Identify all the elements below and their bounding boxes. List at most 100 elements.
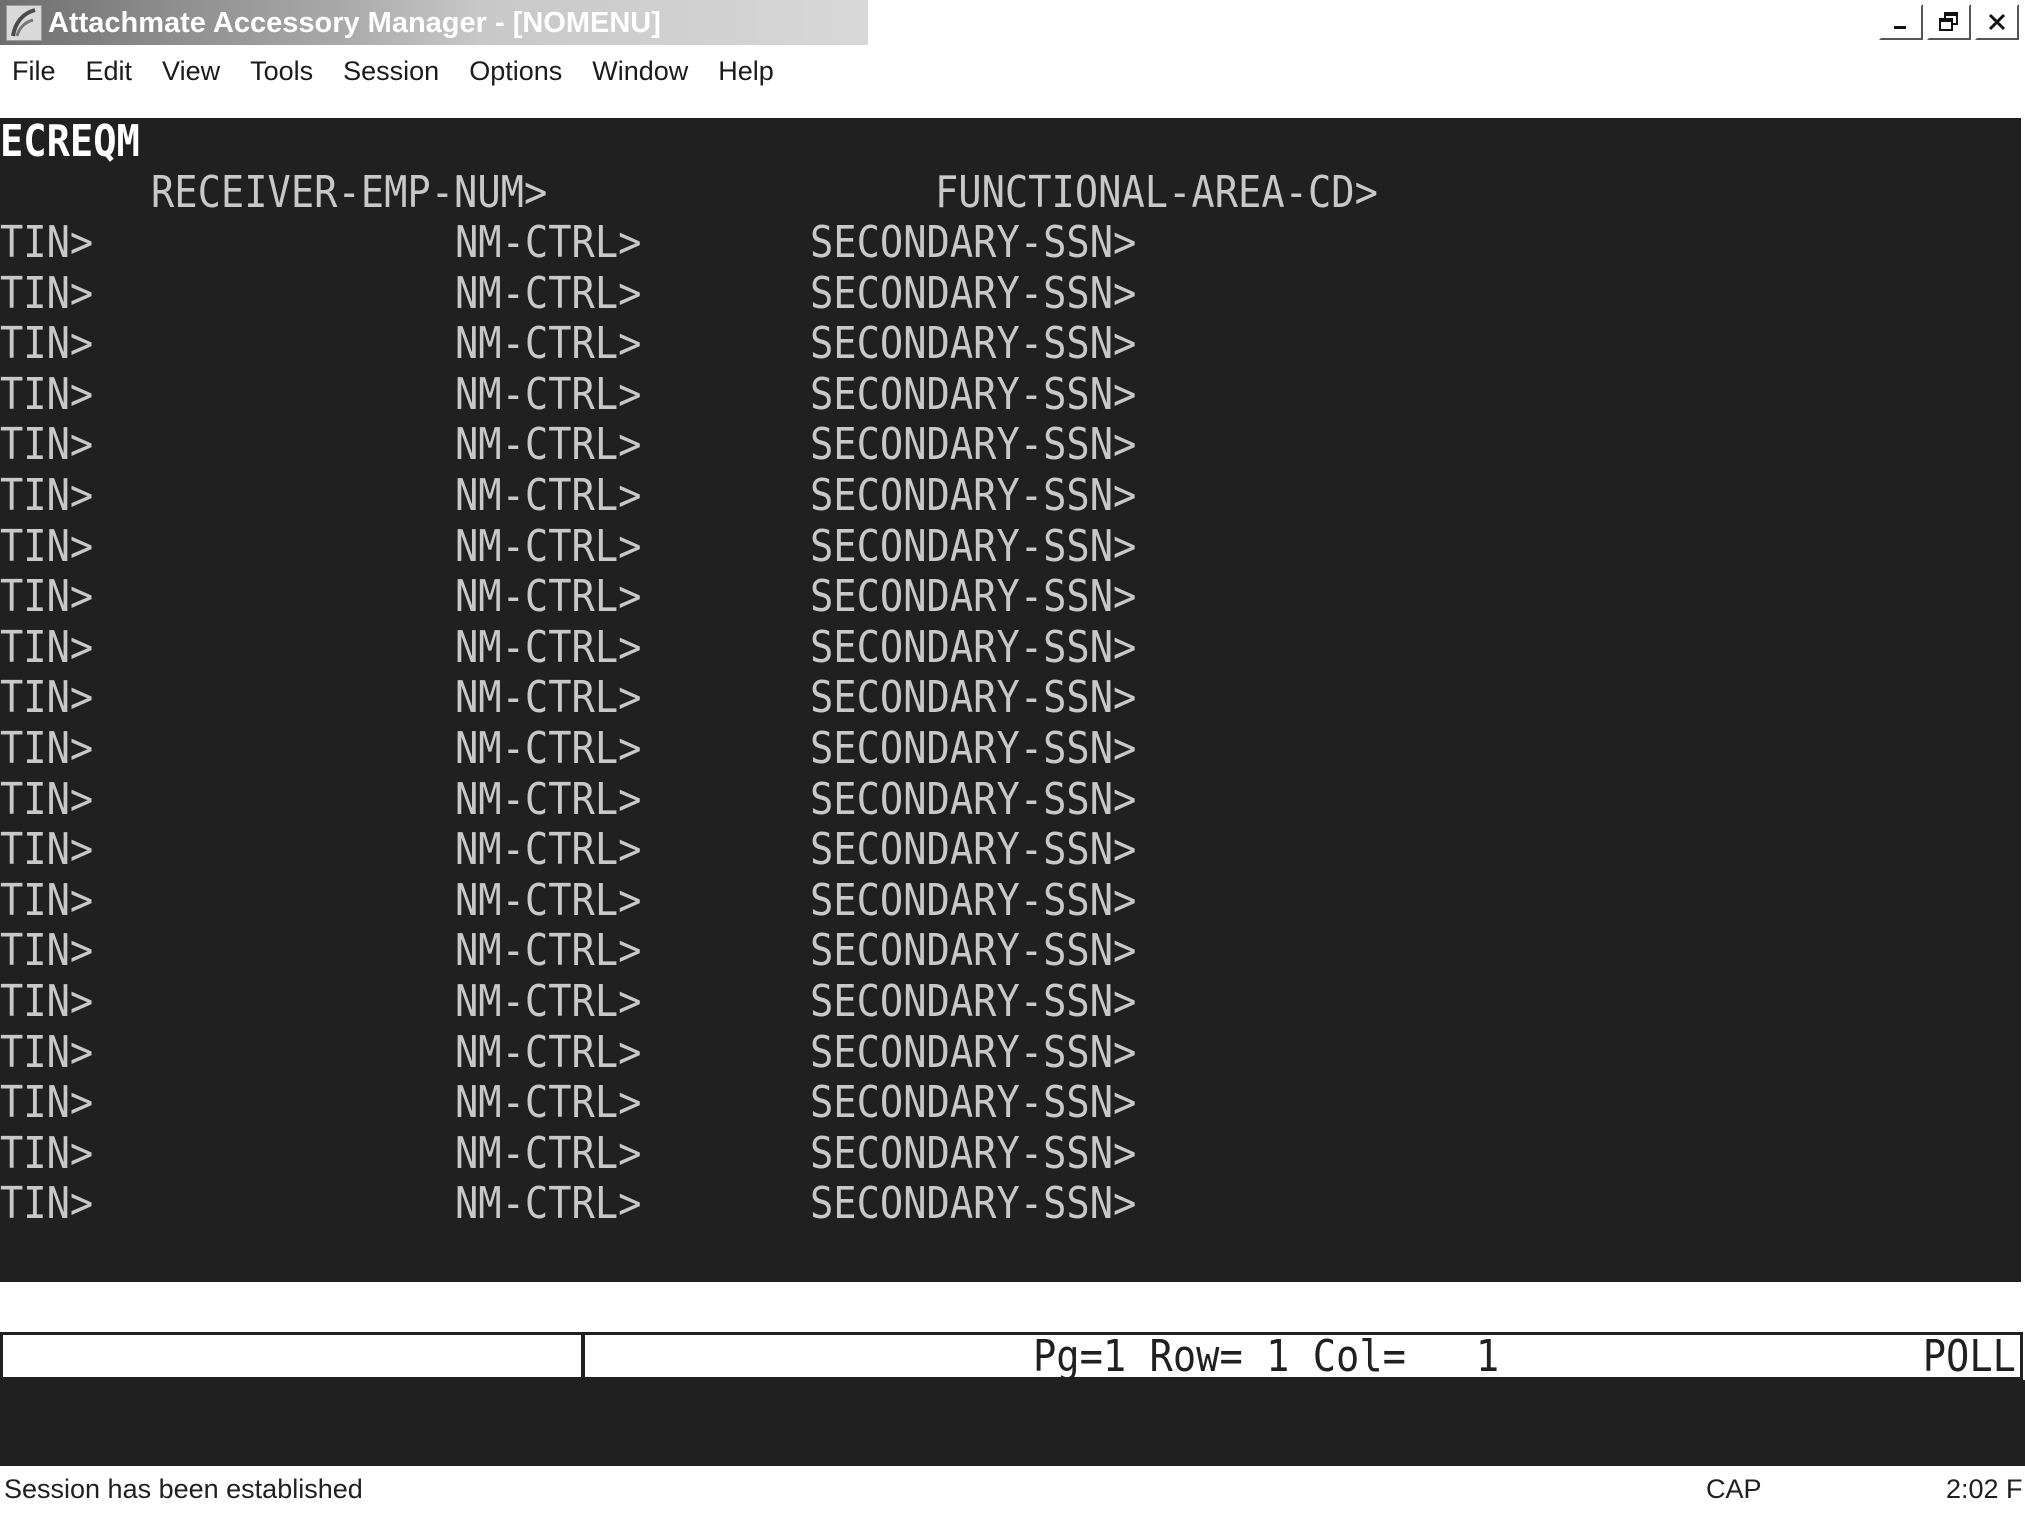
tin-field-label: TIN> — [0, 1027, 94, 1078]
secondary-ssn-field-label: SECONDARY-SSN> — [810, 925, 1137, 976]
field-row: TIN> NM-CTRL> SECONDARY-SSN> — [0, 523, 2025, 571]
secondary-ssn-field-label: SECONDARY-SSN> — [810, 268, 1137, 319]
nm-ctrl-field-label: NM-CTRL> — [455, 521, 642, 572]
secondary-ssn-field-label: SECONDARY-SSN> — [810, 622, 1137, 673]
nm-ctrl-field-label: NM-CTRL> — [455, 672, 642, 723]
emulator-window: Attachmate Accessory Manager - [NOMENU] — [0, 0, 2025, 1515]
secondary-ssn-field-label: SECONDARY-SSN> — [810, 470, 1137, 521]
tin-field-label: TIN> — [0, 672, 94, 723]
nm-ctrl-field-label: NM-CTRL> — [455, 723, 642, 774]
nm-ctrl-field-label: NM-CTRL> — [455, 774, 642, 825]
field-row: TIN> NM-CTRL> SECONDARY-SSN> — [0, 674, 2025, 722]
nm-ctrl-field-label: NM-CTRL> — [455, 875, 642, 926]
status-bar: Session has been established CAP 2:02 F — [0, 1466, 2025, 1515]
minimize-icon — [1894, 26, 1906, 29]
secondary-ssn-field-label: SECONDARY-SSN> — [810, 672, 1137, 723]
tin-field-label: TIN> — [0, 774, 94, 825]
secondary-ssn-field-label: SECONDARY-SSN> — [810, 1027, 1137, 1078]
minimize-button[interactable] — [1879, 4, 1923, 40]
field-row: TIN> NM-CTRL> SECONDARY-SSN> — [0, 270, 2025, 318]
tin-field-label: TIN> — [0, 1128, 94, 1179]
menu-edit[interactable]: Edit — [71, 48, 148, 94]
tin-field-label: TIN> — [0, 470, 94, 521]
secondary-ssn-field-label: SECONDARY-SSN> — [810, 521, 1137, 572]
field-row: TIN> NM-CTRL> SECONDARY-SSN> — [0, 219, 2025, 267]
secondary-ssn-field-label: SECONDARY-SSN> — [810, 1128, 1137, 1179]
tin-field-label: TIN> — [0, 521, 94, 572]
field-row: TIN> NM-CTRL> SECONDARY-SSN> — [0, 725, 2025, 773]
tin-field-label: TIN> — [0, 318, 94, 369]
window-title: Attachmate Accessory Manager - [NOMENU] — [48, 7, 661, 39]
secondary-ssn-field-label: SECONDARY-SSN> — [810, 571, 1137, 622]
tin-field-label: TIN> — [0, 369, 94, 420]
title-bar[interactable]: Attachmate Accessory Manager - [NOMENU] — [0, 0, 2025, 48]
field-row: TIN> NM-CTRL> SECONDARY-SSN> — [0, 624, 2025, 672]
tin-field-label: TIN> — [0, 875, 94, 926]
field-row: TIN> NM-CTRL> SECONDARY-SSN> — [0, 927, 2025, 975]
secondary-ssn-field-label: SECONDARY-SSN> — [810, 318, 1137, 369]
field-row: TIN> NM-CTRL> SECONDARY-SSN> — [0, 371, 2025, 419]
tin-field-label: TIN> — [0, 925, 94, 976]
nm-ctrl-field-label: NM-CTRL> — [455, 1128, 642, 1179]
status-time: 2:02 F — [1946, 1474, 2023, 1504]
secondary-ssn-field-label: SECONDARY-SSN> — [810, 976, 1137, 1027]
secondary-ssn-field-label: SECONDARY-SSN> — [810, 1077, 1137, 1128]
nm-ctrl-field-label: NM-CTRL> — [455, 217, 642, 268]
tin-field-label: TIN> — [0, 723, 94, 774]
terminal-screen[interactable]: ECREQM RECEIVER-EMP-NUM> FUNCTIONAL-AREA… — [0, 118, 2025, 1282]
secondary-ssn-field-label: SECONDARY-SSN> — [810, 723, 1137, 774]
poll-indicator: POLL — [1922, 1331, 2016, 1382]
menu-view[interactable]: View — [147, 48, 235, 94]
nm-ctrl-field-label: NM-CTRL> — [455, 419, 642, 470]
menu-options[interactable]: Options — [454, 48, 577, 94]
restore-button[interactable] — [1927, 4, 1971, 40]
field-row: TIN> NM-CTRL> SECONDARY-SSN> — [0, 421, 2025, 469]
secondary-ssn-field-label: SECONDARY-SSN> — [810, 824, 1137, 875]
tin-field-label: TIN> — [0, 1077, 94, 1128]
secondary-ssn-field-label: SECONDARY-SSN> — [810, 369, 1137, 420]
nm-ctrl-field-label: NM-CTRL> — [455, 1027, 642, 1078]
field-row: TIN> NM-CTRL> SECONDARY-SSN> — [0, 1130, 2025, 1178]
nm-ctrl-field-label: NM-CTRL> — [455, 369, 642, 420]
field-row: TIN> NM-CTRL> SECONDARY-SSN> — [0, 472, 2025, 520]
status-message: Session has been established — [4, 1474, 363, 1504]
nm-ctrl-field-label: NM-CTRL> — [455, 622, 642, 673]
tin-field-label: TIN> — [0, 571, 94, 622]
field-row: TIN> NM-CTRL> SECONDARY-SSN> — [0, 978, 2025, 1026]
nm-ctrl-field-label: NM-CTRL> — [455, 318, 642, 369]
screen-id: ECREQM — [0, 118, 140, 167]
field-row: TIN> NM-CTRL> SECONDARY-SSN> — [0, 573, 2025, 621]
field-row: TIN> NM-CTRL> SECONDARY-SSN> — [0, 1079, 2025, 1127]
close-button[interactable] — [1975, 4, 2019, 40]
attachmate-app-icon[interactable] — [6, 5, 42, 41]
menu-session[interactable]: Session — [328, 48, 454, 94]
close-icon — [1988, 13, 2006, 31]
functional-area-cd-label: FUNCTIONAL-AREA-CD> — [935, 167, 1378, 218]
tin-field-label: TIN> — [0, 1178, 94, 1229]
nm-ctrl-field-label: NM-CTRL> — [455, 1178, 642, 1229]
nm-ctrl-field-label: NM-CTRL> — [455, 1077, 642, 1128]
secondary-ssn-field-label: SECONDARY-SSN> — [810, 217, 1137, 268]
field-row: TIN> NM-CTRL> SECONDARY-SSN> — [0, 826, 2025, 874]
restore-icon — [1939, 12, 1958, 31]
tin-field-label: TIN> — [0, 824, 94, 875]
secondary-ssn-field-label: SECONDARY-SSN> — [810, 774, 1137, 825]
field-row: TIN> NM-CTRL> SECONDARY-SSN> — [0, 1029, 2025, 1077]
tin-field-label: TIN> — [0, 622, 94, 673]
tin-field-label: TIN> — [0, 217, 94, 268]
nm-ctrl-field-label: NM-CTRL> — [455, 824, 642, 875]
field-row: TIN> NM-CTRL> SECONDARY-SSN> — [0, 877, 2025, 925]
menu-window[interactable]: Window — [577, 48, 703, 94]
menu-bar: File Edit View Tools Session Options Win… — [0, 48, 2025, 94]
nm-ctrl-field-label: NM-CTRL> — [455, 925, 642, 976]
tin-field-label: TIN> — [0, 419, 94, 470]
nm-ctrl-field-label: NM-CTRL> — [455, 470, 642, 521]
field-row: TIN> NM-CTRL> SECONDARY-SSN> — [0, 776, 2025, 824]
menu-file[interactable]: File — [0, 48, 71, 94]
field-row: TIN> NM-CTRL> SECONDARY-SSN> — [0, 320, 2025, 368]
tin-field-label: TIN> — [0, 268, 94, 319]
secondary-ssn-field-label: SECONDARY-SSN> — [810, 1178, 1137, 1229]
terminal-bottom-area — [0, 1380, 2025, 1466]
menu-help[interactable]: Help — [703, 48, 789, 94]
menu-tools[interactable]: Tools — [235, 48, 328, 94]
